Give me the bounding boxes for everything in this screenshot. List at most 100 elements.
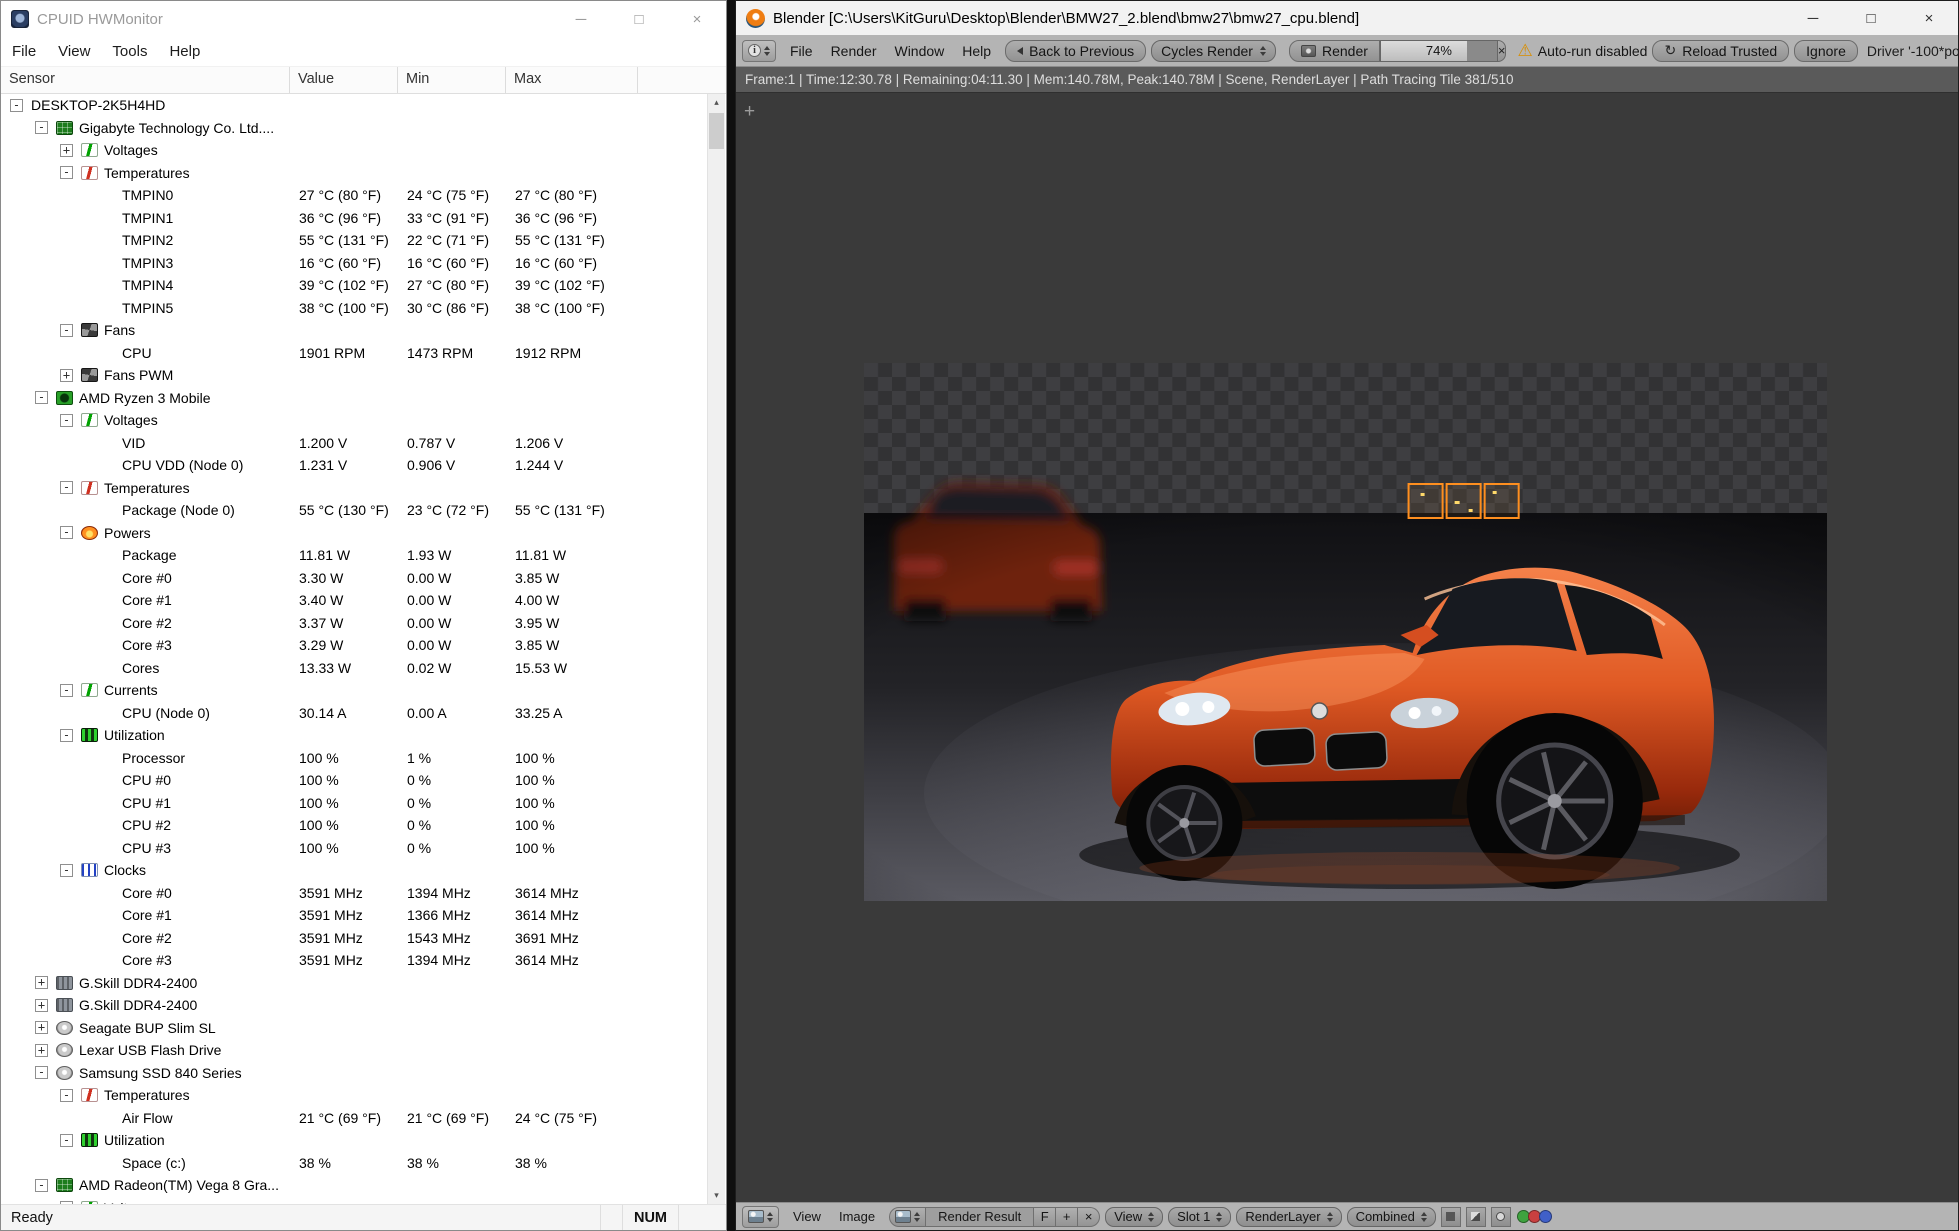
collapse-icon[interactable]: - xyxy=(60,729,73,742)
editor-type-button[interactable] xyxy=(742,40,776,62)
sensor-row[interactable]: Core #23.37 W0.00 W3.95 W xyxy=(2,612,707,635)
sensor-row[interactable]: -AMD Ryzen 3 Mobile xyxy=(2,387,707,410)
menu-help[interactable]: Help xyxy=(953,40,1000,62)
editor-type-button[interactable] xyxy=(742,1206,779,1228)
collapse-icon[interactable]: - xyxy=(35,1179,48,1192)
collapse-icon[interactable]: - xyxy=(60,526,73,539)
sensor-row[interactable]: -Gigabyte Technology Co. Ltd.... xyxy=(2,117,707,140)
scroll-down-icon[interactable]: ▾ xyxy=(708,1187,725,1204)
scroll-thumb[interactable] xyxy=(709,113,724,149)
menu-render[interactable]: Render xyxy=(822,40,886,62)
new-image-button[interactable]: + xyxy=(1056,1207,1078,1227)
sensor-row[interactable]: -Utilization xyxy=(2,1129,707,1152)
renderpass-dropdown[interactable]: Combined xyxy=(1347,1207,1436,1227)
menu-file[interactable]: File xyxy=(1,39,47,64)
menu-window[interactable]: Window xyxy=(885,40,953,62)
sensor-row[interactable]: Package11.81 W1.93 W11.81 W xyxy=(2,544,707,567)
render-engine-dropdown[interactable]: Cycles Render xyxy=(1151,40,1276,62)
column-value[interactable]: Value xyxy=(290,67,398,93)
cancel-render-button[interactable]: × xyxy=(1498,40,1507,62)
maximize-button[interactable]: □ xyxy=(610,1,668,37)
sensor-row[interactable]: -Samsung SSD 840 Series xyxy=(2,1062,707,1085)
hwmonitor-scrollbar[interactable]: ▴ ▾ xyxy=(707,94,725,1204)
expand-icon[interactable]: + xyxy=(60,369,73,382)
maximize-button[interactable]: □ xyxy=(1842,1,1900,35)
sensor-row[interactable]: +Lexar USB Flash Drive xyxy=(2,1039,707,1062)
sensor-row[interactable]: Core #03591 MHz1394 MHz3614 MHz xyxy=(2,882,707,905)
menu-view[interactable]: View xyxy=(784,1206,830,1227)
sensor-row[interactable]: Core #33591 MHz1394 MHz3614 MHz xyxy=(2,949,707,972)
expand-icon[interactable]: + xyxy=(35,1044,48,1057)
collapse-icon[interactable]: - xyxy=(10,99,23,112)
collapse-icon[interactable]: - xyxy=(60,414,73,427)
collapse-icon[interactable]: - xyxy=(60,481,73,494)
image-datablock-name[interactable]: Render Result xyxy=(926,1207,1034,1227)
sensor-row[interactable]: CPU #2100 %0 %100 % xyxy=(2,814,707,837)
sensor-row[interactable]: CPU1901 RPM1473 RPM1912 RPM xyxy=(2,342,707,365)
toggle-grid-icon[interactable] xyxy=(1441,1207,1461,1227)
sensor-row[interactable]: -Powers xyxy=(2,522,707,545)
collapse-icon[interactable]: - xyxy=(60,1134,73,1147)
sensor-row[interactable]: +Seagate BUP Slim SL xyxy=(2,1017,707,1040)
sensor-row[interactable]: TMPIN255 °C (131 °F)22 °C (71 °F)55 °C (… xyxy=(2,229,707,252)
menu-help[interactable]: Help xyxy=(158,39,211,64)
sensor-row[interactable]: -Temperatures xyxy=(2,477,707,500)
toggle-zbuffer-icon[interactable] xyxy=(1491,1207,1511,1227)
column-max[interactable]: Max xyxy=(506,67,638,93)
collapse-icon[interactable]: - xyxy=(35,1066,48,1079)
sensor-row[interactable]: +G.Skill DDR4-2400 xyxy=(2,994,707,1017)
render-job-button[interactable]: Render xyxy=(1289,40,1380,62)
sensor-row[interactable]: -Currents xyxy=(2,679,707,702)
sensor-row[interactable]: TMPIN439 °C (102 °F)27 °C (80 °F)39 °C (… xyxy=(2,274,707,297)
sensor-row[interactable]: +G.Skill DDR4-2400 xyxy=(2,972,707,995)
sensor-row[interactable]: Cores13.33 W0.02 W15.53 W xyxy=(2,657,707,680)
renderlayer-dropdown[interactable]: RenderLayer xyxy=(1236,1207,1341,1227)
sensor-row[interactable]: Core #13591 MHz1366 MHz3614 MHz xyxy=(2,904,707,927)
sensor-row[interactable]: TMPIN538 °C (100 °F)30 °C (86 °F)38 °C (… xyxy=(2,297,707,320)
menu-file[interactable]: File xyxy=(781,40,822,62)
expand-icon[interactable]: + xyxy=(60,144,73,157)
unlink-image-button[interactable]: × xyxy=(1078,1207,1100,1227)
expand-icon[interactable]: + xyxy=(35,999,48,1012)
column-sensor[interactable]: Sensor xyxy=(1,67,290,93)
expand-icon[interactable]: + xyxy=(35,1021,48,1034)
reload-trusted-button[interactable]: Reload Trusted xyxy=(1652,40,1789,62)
sensor-row[interactable]: Core #03.30 W0.00 W3.85 W xyxy=(2,567,707,590)
display-channels-icon[interactable] xyxy=(1519,1210,1552,1223)
scroll-up-icon[interactable]: ▴ xyxy=(708,94,725,111)
sensor-row[interactable]: CPU #3100 %0 %100 % xyxy=(2,837,707,860)
minimize-button[interactable]: ─ xyxy=(1784,1,1842,35)
sensor-row[interactable]: Air Flow21 °C (69 °F)21 °C (69 °F)24 °C … xyxy=(2,1107,707,1130)
sensor-row[interactable]: -AMD Radeon(TM) Vega 8 Gra... xyxy=(2,1174,707,1197)
sensor-row[interactable]: Core #33.29 W0.00 W3.85 W xyxy=(2,634,707,657)
sensor-row[interactable]: -Voltages xyxy=(2,409,707,432)
sensor-row[interactable]: TMPIN136 °C (96 °F)33 °C (91 °F)36 °C (9… xyxy=(2,207,707,230)
sensor-row[interactable]: -Temperatures xyxy=(2,162,707,185)
sensor-row[interactable]: +Voltages xyxy=(2,139,707,162)
sensor-row[interactable]: +Fans PWM xyxy=(2,364,707,387)
image-editor-area[interactable]: + xyxy=(737,93,1957,1202)
region-expand-icon[interactable]: + xyxy=(744,101,755,123)
toggle-alpha-icon[interactable] xyxy=(1466,1207,1486,1227)
sensor-row[interactable]: Processor100 %1 %100 % xyxy=(2,747,707,770)
expand-icon[interactable]: + xyxy=(35,976,48,989)
slot-dropdown[interactable]: Slot 1 xyxy=(1168,1207,1231,1227)
sensor-row[interactable]: CPU VDD (Node 0)1.231 V0.906 V1.244 V xyxy=(2,454,707,477)
collapse-icon[interactable]: - xyxy=(60,166,73,179)
menu-image[interactable]: Image xyxy=(830,1206,884,1227)
ignore-button[interactable]: Ignore xyxy=(1794,40,1858,62)
sensor-row[interactable]: Space (c:)38 %38 %38 % xyxy=(2,1152,707,1175)
browse-image-button[interactable] xyxy=(889,1207,926,1227)
sensor-row[interactable]: Core #23591 MHz1543 MHz3691 MHz xyxy=(2,927,707,950)
collapse-icon[interactable]: - xyxy=(35,121,48,134)
sensor-row[interactable]: CPU (Node 0)30.14 A0.00 A33.25 A xyxy=(2,702,707,725)
sensor-row[interactable]: Core #13.40 W0.00 W4.00 W xyxy=(2,589,707,612)
sensor-row[interactable]: +Voltages xyxy=(2,1197,707,1205)
collapse-icon[interactable]: - xyxy=(35,391,48,404)
view-mode-dropdown[interactable]: View xyxy=(1105,1207,1163,1227)
sensor-row[interactable]: CPU #0100 %0 %100 % xyxy=(2,769,707,792)
minimize-button[interactable]: ─ xyxy=(552,1,610,37)
sensor-row[interactable]: -Temperatures xyxy=(2,1084,707,1107)
column-min[interactable]: Min xyxy=(398,67,506,93)
menu-view[interactable]: View xyxy=(47,39,101,64)
